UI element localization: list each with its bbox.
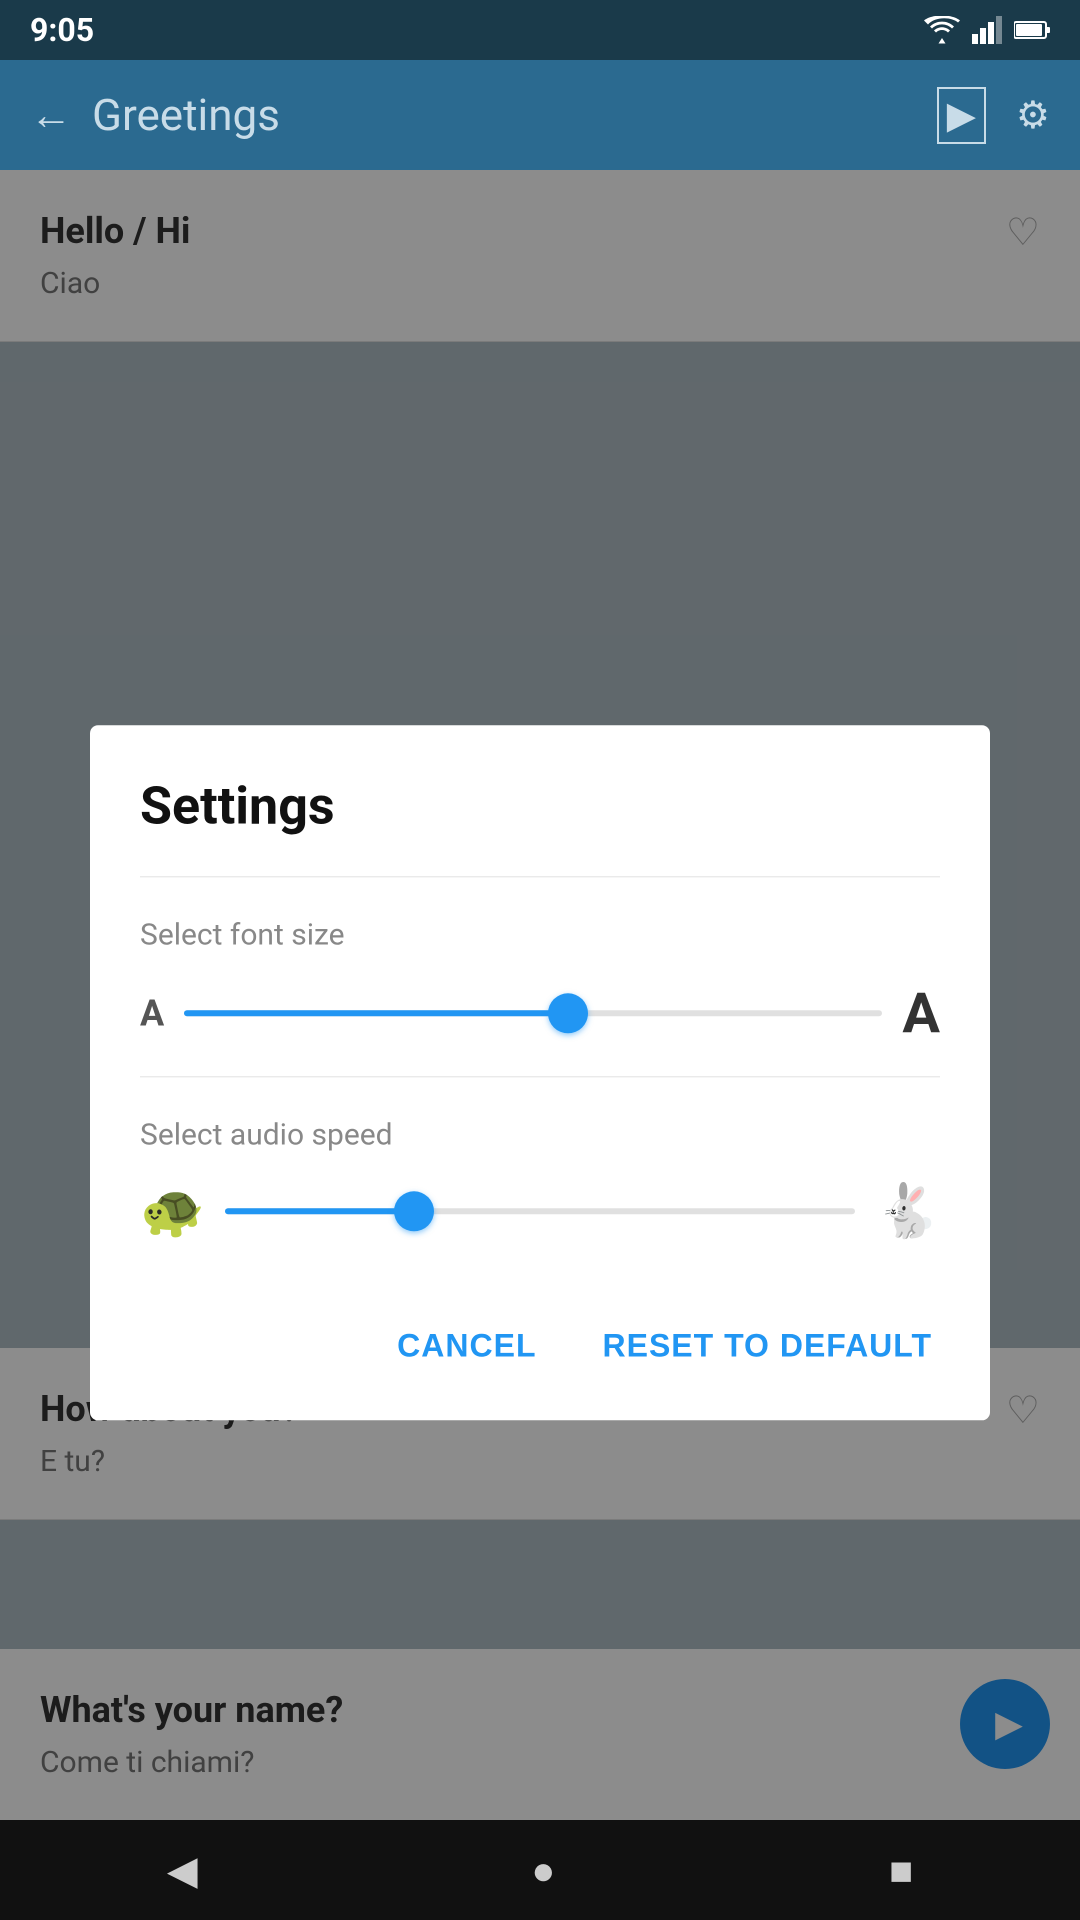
wifi-icon (924, 16, 960, 44)
font-size-slider-container (184, 993, 882, 1033)
page-title: Greetings (92, 89, 280, 141)
play-icon[interactable]: ▶ (937, 87, 986, 144)
font-size-label: Select font size (140, 917, 940, 952)
turtle-icon: 🐢 (140, 1180, 205, 1241)
app-bar: ← Greetings ▶ ⚙ (0, 60, 1080, 170)
nav-home-button[interactable]: ● (531, 1847, 555, 1894)
audio-speed-slider-row: 🐢 🐇 (140, 1180, 940, 1241)
dialog-title: Settings (140, 775, 940, 836)
status-icons (924, 16, 1050, 44)
battery-icon (1014, 20, 1050, 40)
app-bar-left: ← Greetings (30, 89, 280, 141)
nav-recent-button[interactable]: ■ (889, 1847, 913, 1894)
bg-content: ♡ Hello / Hi Ciao Settings Select font s… (0, 170, 1080, 1920)
dialog-divider-top (140, 876, 940, 877)
app-bar-actions: ▶ ⚙ (937, 87, 1050, 144)
section-divider (140, 1076, 940, 1077)
audio-speed-label: Select audio speed (140, 1117, 940, 1152)
signal-icon (972, 16, 1002, 44)
font-size-small-icon: A (140, 992, 164, 1034)
back-button[interactable]: ← (30, 91, 72, 140)
dialog-buttons: CANCEL RESET TO DEFAULT (140, 1291, 940, 1380)
settings-dialog: Settings Select font size A A Select aud… (90, 725, 990, 1420)
settings-icon[interactable]: ⚙ (1016, 93, 1050, 138)
nav-back-button[interactable]: ◀ (167, 1847, 198, 1894)
bottom-nav: ◀ ● ■ (0, 1820, 1080, 1920)
audio-speed-slider-container (225, 1191, 856, 1231)
cancel-button[interactable]: CANCEL (389, 1311, 544, 1380)
status-time: 9:05 (30, 11, 94, 49)
status-bar: 9:05 (0, 0, 1080, 60)
reset-to-default-button[interactable]: RESET TO DEFAULT (595, 1311, 941, 1380)
rabbit-icon: 🐇 (875, 1180, 940, 1241)
font-size-large-icon: A (902, 980, 940, 1046)
font-size-slider-row: A A (140, 980, 940, 1046)
